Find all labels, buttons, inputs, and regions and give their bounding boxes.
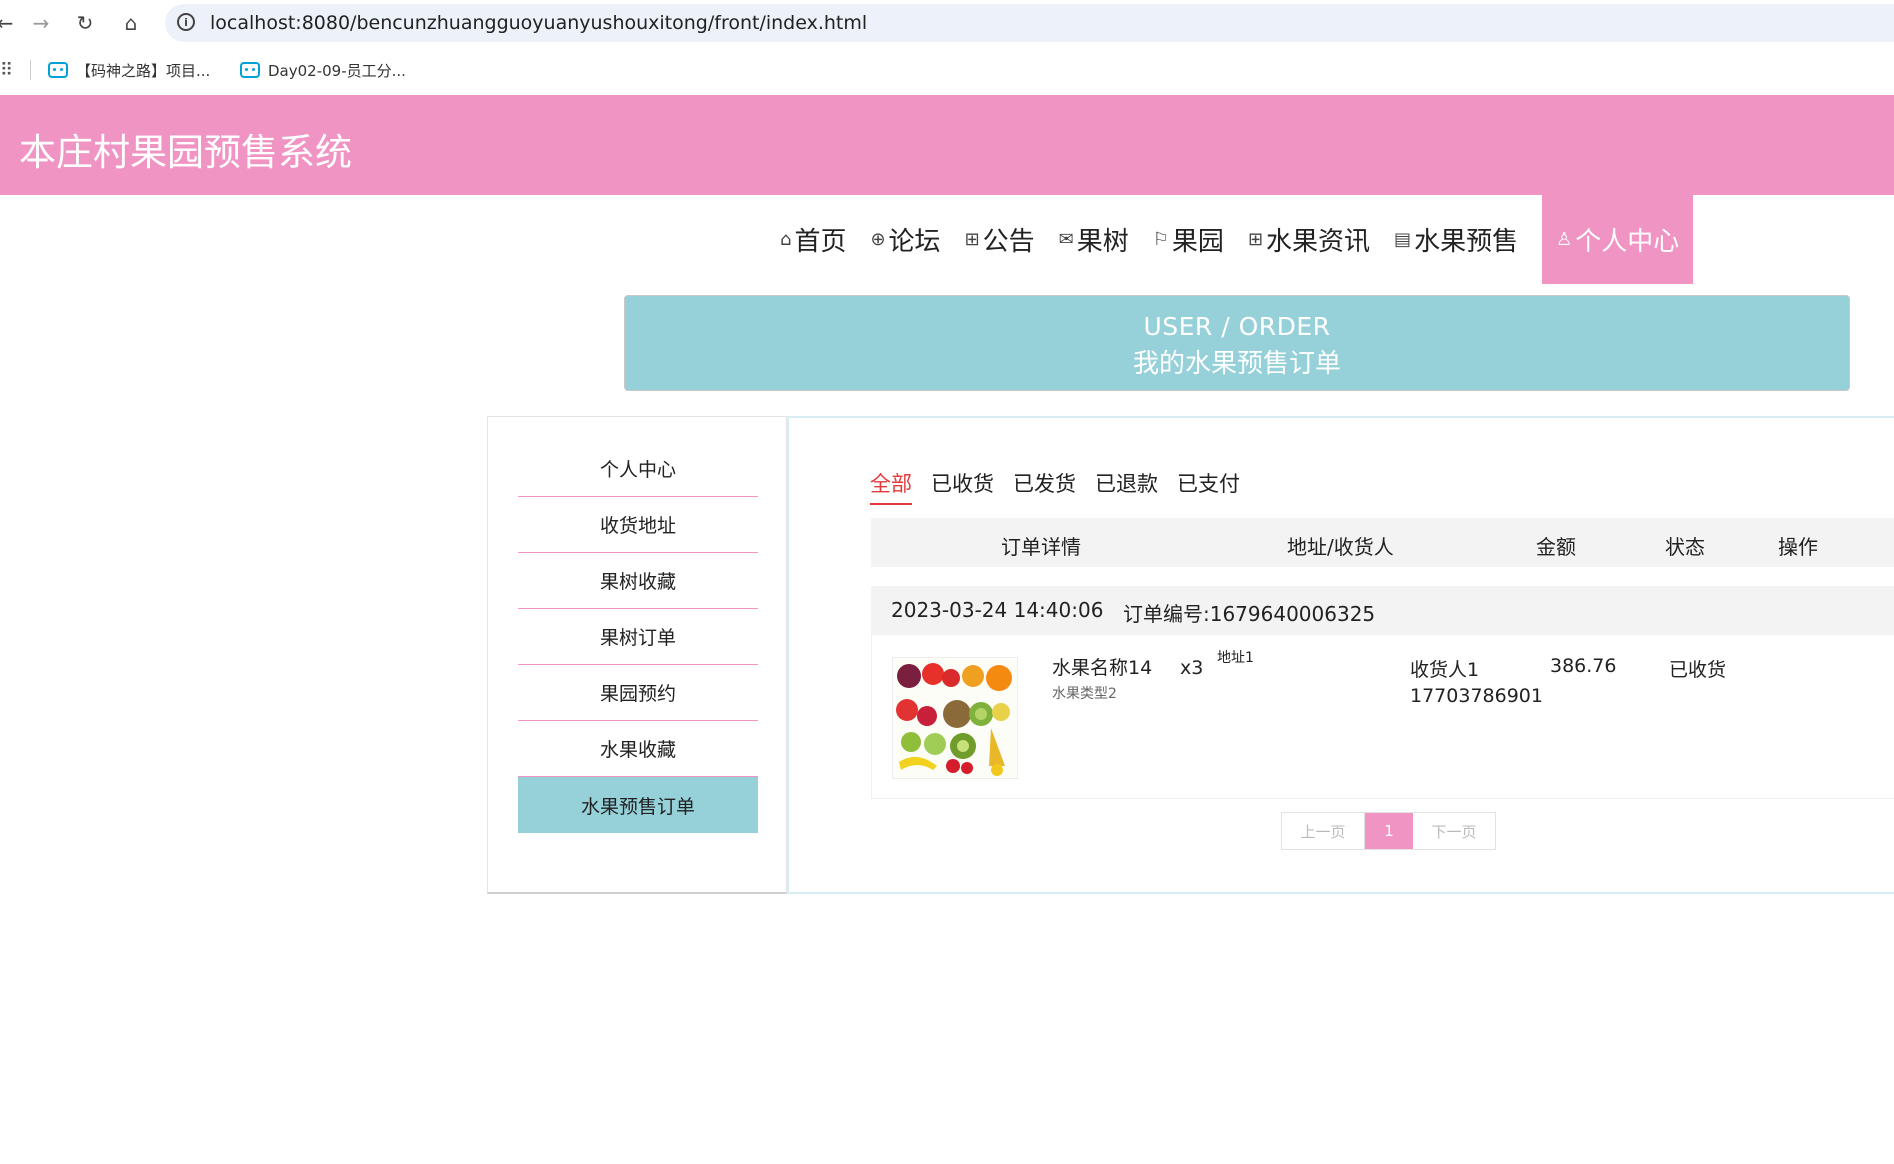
column-header: 地址/收货人 xyxy=(1287,535,1394,559)
order-amount: 386.76 xyxy=(1550,655,1617,677)
sidebar-item-orchard-booking[interactable]: 果园预约 xyxy=(518,665,758,721)
globe-icon: ⊕ xyxy=(870,229,886,250)
fruit-type: 水果类型2 xyxy=(1052,686,1117,702)
gift-icon: ⊞ xyxy=(964,229,980,250)
order-status: 已收货 xyxy=(1669,659,1727,681)
site-header: 本庄村果园预售系统 xyxy=(0,95,1894,195)
prev-page-button[interactable]: 上一页 xyxy=(1282,813,1365,849)
receiver-name: 收货人1 xyxy=(1410,659,1480,681)
tab-shipped[interactable]: 已发货 xyxy=(1013,468,1076,505)
reload-icon[interactable]: ↻ xyxy=(70,8,100,38)
fruit-name[interactable]: 水果名称14 xyxy=(1052,653,1152,680)
tab-all[interactable]: 全部 xyxy=(870,468,912,505)
bilibili-icon xyxy=(48,62,68,78)
bookmark-label: Day02-09-员工分... xyxy=(268,61,406,80)
fruit-photo-icon xyxy=(893,658,1017,778)
home-icon: ⌂ xyxy=(780,229,792,250)
sidebar-item-presale-orders[interactable]: 水果预售订单 xyxy=(518,777,758,833)
bookmarks-bar: ⠿ 【码神之路】项目... Day02-09-员工分... xyxy=(0,52,1894,88)
nav-item-fruit-presale[interactable]: ▤ 水果预售 xyxy=(1394,195,1518,284)
order-panel: 全部 已收货 已发货 已退款 已支付 订单详情 地址/收货人 金额 状态 操作 … xyxy=(787,416,1894,894)
nav-item-fruit-tree[interactable]: ✉ 果树 xyxy=(1059,195,1129,284)
next-page-button[interactable]: 下一页 xyxy=(1413,813,1495,849)
address-bar[interactable]: i localhost:8080/bencunzhuangguoyuanyush… xyxy=(165,4,1894,42)
tab-received[interactable]: 已收货 xyxy=(931,468,994,505)
pagination: 上一页 1 下一页 xyxy=(1281,812,1496,850)
bilibili-icon xyxy=(240,62,260,78)
receiver-phone: 17703786901 xyxy=(1410,685,1543,707)
sidebar-item-user-center[interactable]: 个人中心 xyxy=(518,441,758,497)
main-nav: ⌂ 首页 ⊕ 论坛 ⊞ 公告 ✉ 果树 ⚐ 果园 ⊞ 水果资讯 ▤ 水果预售 ♙ 个人中心 xyxy=(780,195,1694,284)
forward-icon[interactable]: → xyxy=(26,8,56,38)
column-header: 金额 xyxy=(1536,535,1576,559)
page-banner: USER / ORDER 我的水果预售订单 xyxy=(624,295,1850,391)
order-number: 订单编号:1679640006325 xyxy=(1123,602,1376,626)
bookmark-item[interactable]: Day02-09-员工分... xyxy=(240,58,406,82)
tab-refunded[interactable]: 已退款 xyxy=(1095,468,1158,505)
sidebar-item-fruit-favorites[interactable]: 水果收藏 xyxy=(518,721,758,777)
nav-item-home[interactable]: ⌂ 首页 xyxy=(780,195,846,284)
banner-title: 我的水果预售订单 xyxy=(1132,349,1341,379)
url-text: localhost:8080/bencunzhuangguoyuanyushou… xyxy=(210,12,868,34)
order-address: 地址1 xyxy=(1217,650,1254,666)
column-header: 操作 xyxy=(1778,535,1818,559)
bookmark-label: 【码神之路】项目... xyxy=(76,61,211,80)
clipboard-icon: ▤ xyxy=(1394,229,1412,250)
order-quantity: x3 xyxy=(1180,657,1204,679)
banner-subtitle: USER / ORDER xyxy=(1143,312,1331,341)
user-sidebar: 个人中心 收货地址 果树收藏 果树订单 果园预约 水果收藏 水果预售订单 xyxy=(487,416,787,894)
site-title: 本庄村果园预售系统 xyxy=(19,131,352,174)
nav-item-orchard[interactable]: ⚐ 果园 xyxy=(1153,195,1224,284)
sidebar-item-tree-favorites[interactable]: 果树收藏 xyxy=(518,553,758,609)
bookmark-item[interactable]: 【码神之路】项目... xyxy=(48,58,210,82)
flag-icon: ⚐ xyxy=(1152,229,1169,250)
nav-item-user-center[interactable]: ♙ 个人中心 xyxy=(1542,195,1694,284)
browser-toolbar: ← → ↻ ⌂ i localhost:8080/bencunzhuangguo… xyxy=(0,0,1894,44)
fruit-image[interactable] xyxy=(892,657,1018,779)
order-status-tabs: 全部 已收货 已发货 已退款 已支付 xyxy=(870,468,1259,505)
apps-grid-icon[interactable]: ⠿ xyxy=(0,60,13,81)
table-header: 订单详情 地址/收货人 金额 状态 操作 xyxy=(871,518,1894,567)
bookmark-separator xyxy=(30,60,31,80)
mail-icon: ✉ xyxy=(1058,229,1074,250)
apps-icon: ⊞ xyxy=(1247,229,1264,250)
nav-item-fruit-news[interactable]: ⊞ 水果资讯 xyxy=(1248,195,1370,284)
sidebar-item-address[interactable]: 收货地址 xyxy=(518,497,758,553)
back-icon[interactable]: ← xyxy=(0,8,20,38)
order-time: 2023-03-24 14:40:06 xyxy=(891,598,1104,622)
nav-item-notice[interactable]: ⊞ 公告 xyxy=(965,195,1035,284)
column-header: 状态 xyxy=(1665,535,1705,559)
table-row: 水果名称14 水果类型2 x3 地址1 收货人1 17703786901 386… xyxy=(871,635,1894,799)
site-info-icon[interactable]: i xyxy=(177,13,195,31)
user-icon: ♙ xyxy=(1556,229,1573,250)
tab-paid[interactable]: 已支付 xyxy=(1177,468,1240,505)
order-header-row: 2023-03-24 14:40:06 订单编号:1679640006325 xyxy=(871,586,1894,635)
sidebar-item-tree-orders[interactable]: 果树订单 xyxy=(518,609,758,665)
nav-item-forum[interactable]: ⊕ 论坛 xyxy=(870,195,940,284)
page-number-current[interactable]: 1 xyxy=(1365,813,1413,849)
home-page-icon[interactable]: ⌂ xyxy=(116,8,146,38)
column-header: 订单详情 xyxy=(1001,535,1081,559)
